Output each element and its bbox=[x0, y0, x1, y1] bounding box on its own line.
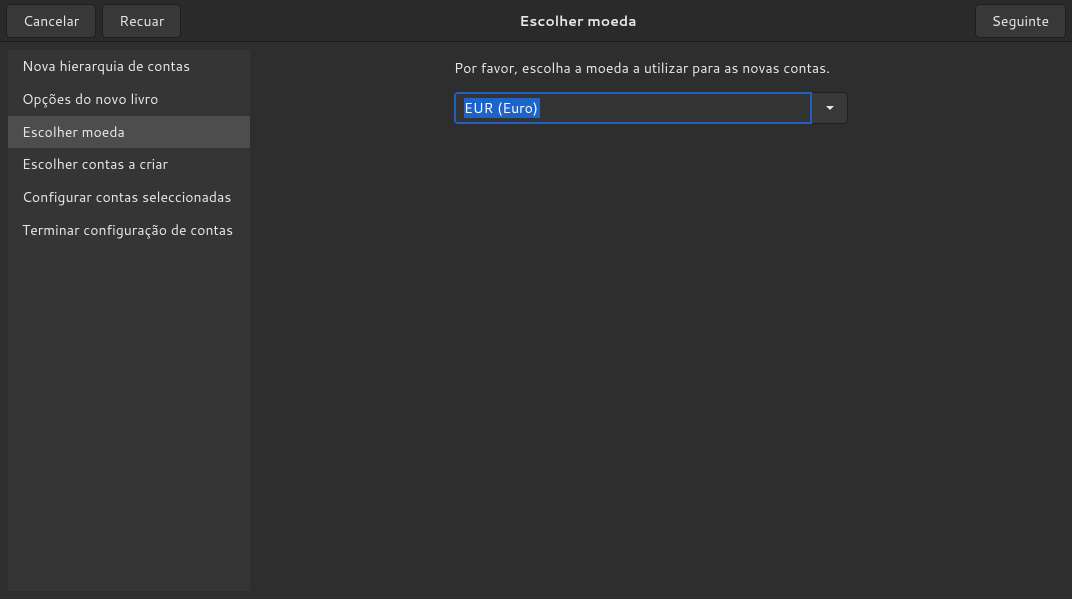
cancel-button[interactable]: Cancelar bbox=[6, 4, 96, 38]
sidebar-item-choose-accounts: Escolher contas a criar bbox=[8, 148, 250, 181]
currency-dropdown-button[interactable] bbox=[812, 92, 848, 124]
window-title: Escolher moeda bbox=[519, 11, 636, 31]
chevron-down-icon bbox=[825, 103, 835, 113]
sidebar-item-finish: Terminar configuração de contas bbox=[8, 214, 250, 247]
back-button[interactable]: Recuar bbox=[102, 4, 181, 38]
wizard-steps-sidebar: Nova hierarquia de contas Opções do novo… bbox=[8, 50, 250, 591]
content-area: Nova hierarquia de contas Opções do novo… bbox=[0, 42, 1072, 599]
currency-selector-row: EUR (Euro) bbox=[250, 92, 1064, 124]
sidebar-item-choose-currency: Escolher moeda bbox=[8, 116, 250, 149]
currency-combobox[interactable]: EUR (Euro) bbox=[454, 92, 812, 124]
sidebar-item-new-hierarchy: Nova hierarquia de contas bbox=[8, 50, 250, 83]
currency-selected-value: EUR (Euro) bbox=[464, 98, 540, 118]
sidebar-item-book-options: Opções do novo livro bbox=[8, 83, 250, 116]
instruction-text: Por favor, escolha a moeda a utilizar pa… bbox=[250, 58, 1064, 78]
header-bar: Cancelar Recuar Escolher moeda Seguinte bbox=[0, 0, 1072, 42]
sidebar-item-configure-selected: Configurar contas seleccionadas bbox=[8, 181, 250, 214]
header-left-group: Cancelar Recuar bbox=[6, 4, 181, 38]
main-panel: Por favor, escolha a moeda a utilizar pa… bbox=[250, 50, 1064, 591]
header-right-group: Seguinte bbox=[975, 4, 1066, 38]
next-button[interactable]: Seguinte bbox=[975, 4, 1066, 38]
